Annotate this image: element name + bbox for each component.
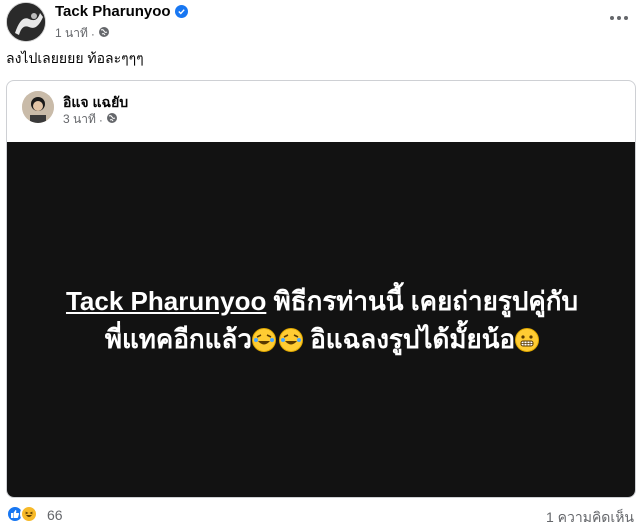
shared-author-avatar[interactable] (22, 91, 54, 123)
rofl-emoji-icon (251, 328, 276, 352)
haha-reaction-icon (20, 505, 38, 523)
post-footer: 66 1 ความคิดเห็น (0, 500, 640, 528)
public-globe-icon[interactable] (98, 26, 110, 41)
text-line-1: Tack Pharunyoo พิธีกรท่านนี้ เคยถ่ายรูปค… (7, 282, 635, 320)
reaction-icons[interactable] (6, 505, 38, 523)
facebook-post: Tack Pharunyoo 1 นาที · ลงไปเลยยยย ท้อละ… (0, 0, 640, 528)
more-options-icon[interactable] (604, 6, 634, 30)
grimacing-emoji-icon (515, 328, 540, 352)
shared-timestamp[interactable]: 3 นาที (63, 110, 96, 129)
comment-count[interactable]: 1 ความคิดเห็น (546, 507, 634, 528)
rofl-emoji-icon (278, 328, 303, 352)
text-line-2: พี่แทคอีกแล้ว อิแฉลงรูปได้มั้ยน้อ (7, 320, 635, 358)
author-name-text[interactable]: Tack Pharunyoo (55, 3, 171, 20)
text-line-1-rest: พิธีกรท่านนี้ เคยถ่ายรูปคู่กับ (266, 286, 578, 316)
meta-separator: · (90, 26, 95, 41)
meta-separator: · (98, 112, 103, 127)
author-name[interactable]: Tack Pharunyoo (55, 3, 188, 20)
post-header: Tack Pharunyoo 1 นาที · (0, 0, 640, 44)
text-post-content: Tack Pharunyoo พิธีกรท่านนี้ เคยถ่ายรูปค… (7, 282, 635, 358)
post-caption: ลงไปเลยยยย ท้อละๆๆๆ (6, 50, 144, 66)
post-timestamp[interactable]: 1 นาที (55, 24, 88, 43)
post-meta: 1 นาที · (55, 24, 110, 43)
public-globe-icon[interactable] (106, 112, 118, 127)
reaction-count[interactable]: 66 (47, 507, 63, 523)
text-line-2-part-b: อิแฉลงรูปได้มั้ยน้อ (302, 324, 516, 354)
mentioned-name-link[interactable]: Tack Pharunyoo (66, 286, 266, 316)
text-post-background: Tack Pharunyoo พิธีกรท่านนี้ เคยถ่ายรูปค… (7, 142, 635, 497)
shared-post-card[interactable]: อิแจ แฉยับ 3 นาที · Tack Pharunyoo พิธีก… (6, 80, 636, 498)
text-line-2-part-a: พี่แทคอีกแล้ว (104, 324, 252, 354)
shared-post-meta: 3 นาที · (63, 110, 118, 129)
verified-badge-icon (174, 5, 188, 18)
author-avatar[interactable] (6, 2, 46, 42)
